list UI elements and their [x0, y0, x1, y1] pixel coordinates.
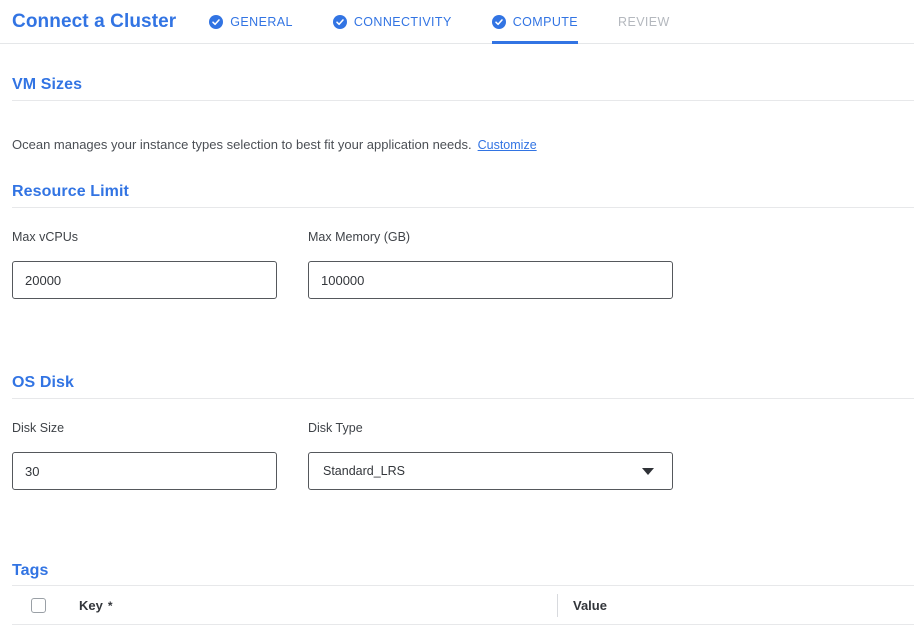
tab-label: CONNECTIVITY [354, 15, 452, 29]
caret-down-icon [642, 468, 654, 475]
section-resource-limit: Resource Limit Max vCPUs Max Memory (GB) [0, 183, 914, 299]
tags-value-column-header: Value [573, 598, 607, 613]
max-vcpus-field-group: Max vCPUs [12, 230, 277, 299]
max-vcpus-input[interactable] [12, 261, 277, 299]
max-memory-input[interactable] [308, 261, 673, 299]
vm-sizes-heading: VM Sizes [12, 76, 914, 101]
customize-link[interactable]: Customize [478, 138, 537, 152]
tab-label: GENERAL [230, 15, 293, 29]
tab-label: COMPUTE [513, 15, 578, 29]
disk-type-field-group: Disk Type Standard_LRS [308, 421, 673, 490]
check-circle-icon [492, 15, 506, 29]
required-asterisk: * [108, 599, 113, 613]
tab-review[interactable]: REVIEW [618, 0, 670, 43]
max-vcpus-label: Max vCPUs [12, 230, 277, 244]
check-circle-icon [209, 15, 223, 29]
tags-key-column-header: Key * [79, 598, 113, 613]
wizard-tabs: GENERAL CONNECTIVITY COMPUTE REVIEW [209, 0, 669, 43]
tags-table-header: Key * Value [12, 586, 914, 625]
page-title: Connect a Cluster [12, 11, 176, 33]
section-tags: Tags Key * Value [0, 562, 914, 625]
disk-size-input[interactable] [12, 452, 277, 490]
max-memory-label: Max Memory (GB) [308, 230, 673, 244]
resource-limit-heading: Resource Limit [12, 183, 914, 208]
tab-connectivity[interactable]: CONNECTIVITY [333, 0, 452, 43]
disk-type-label: Disk Type [308, 421, 673, 435]
vm-sizes-description: Ocean manages your instance types select… [12, 137, 914, 152]
tags-heading: Tags [12, 562, 914, 586]
max-memory-field-group: Max Memory (GB) [308, 230, 673, 299]
column-divider [557, 594, 558, 617]
vm-sizes-description-text: Ocean manages your instance types select… [12, 137, 472, 152]
disk-type-selected-value: Standard_LRS [323, 464, 405, 478]
resource-limit-fields: Max vCPUs Max Memory (GB) [12, 230, 914, 299]
section-vm-sizes: VM Sizes Ocean manages your instance typ… [0, 76, 914, 152]
check-circle-icon [333, 15, 347, 29]
tab-label: REVIEW [618, 15, 670, 29]
section-os-disk: OS Disk Disk Size Disk Type Standard_LRS [0, 374, 914, 490]
wizard-header: Connect a Cluster GENERAL CONNECTIVITY C… [0, 0, 914, 44]
tab-compute[interactable]: COMPUTE [492, 0, 578, 43]
disk-type-dropdown[interactable]: Standard_LRS [308, 452, 673, 490]
disk-size-field-group: Disk Size [12, 421, 277, 490]
select-all-checkbox[interactable] [31, 598, 46, 613]
os-disk-fields: Disk Size Disk Type Standard_LRS [12, 421, 914, 490]
disk-size-label: Disk Size [12, 421, 277, 435]
tab-general[interactable]: GENERAL [209, 0, 293, 43]
os-disk-heading: OS Disk [12, 374, 914, 399]
key-column-label: Key [79, 598, 103, 613]
